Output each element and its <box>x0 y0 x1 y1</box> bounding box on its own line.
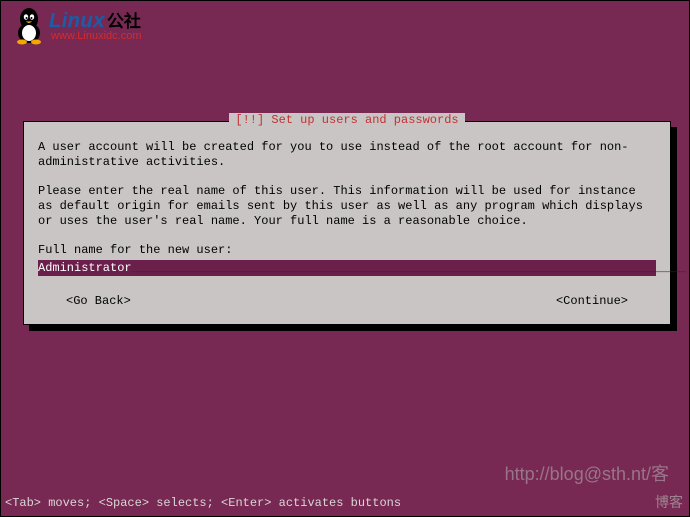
logo-text: Linux <box>49 10 105 32</box>
help-bar: <Tab> moves; <Space> selects; <Enter> ac… <box>5 496 401 510</box>
dialog-paragraph-1: A user account will be created for you t… <box>38 140 656 170</box>
continue-button[interactable]: <Continue> <box>556 294 628 308</box>
dialog-paragraph-2: Please enter the real name of this user.… <box>38 184 656 229</box>
watermark-text: 博客 <box>655 492 683 512</box>
dialog-title: [!!] Set up users and passwords <box>229 113 464 127</box>
logo-url: www.Linuxidc.com <box>51 30 141 42</box>
fullname-value: Administrator <box>38 261 132 275</box>
watermark-url: http://blog@sth.nt/客 <box>505 460 669 486</box>
setup-dialog: [!!] Set up users and passwords A user a… <box>23 121 671 325</box>
brand-logo: Linux公社 www.Linuxidc.com <box>13 5 141 45</box>
penguin-icon <box>13 5 45 45</box>
input-fill: ________________________________________… <box>132 261 687 275</box>
logo-suffix: 公社 <box>107 12 141 31</box>
fullname-input[interactable]: Administrator___________________________… <box>38 260 656 276</box>
go-back-button[interactable]: <Go Back> <box>66 294 131 308</box>
dialog-container: [!!] Set up users and passwords A user a… <box>23 121 671 325</box>
fullname-prompt: Full name for the new user: <box>38 243 656 258</box>
